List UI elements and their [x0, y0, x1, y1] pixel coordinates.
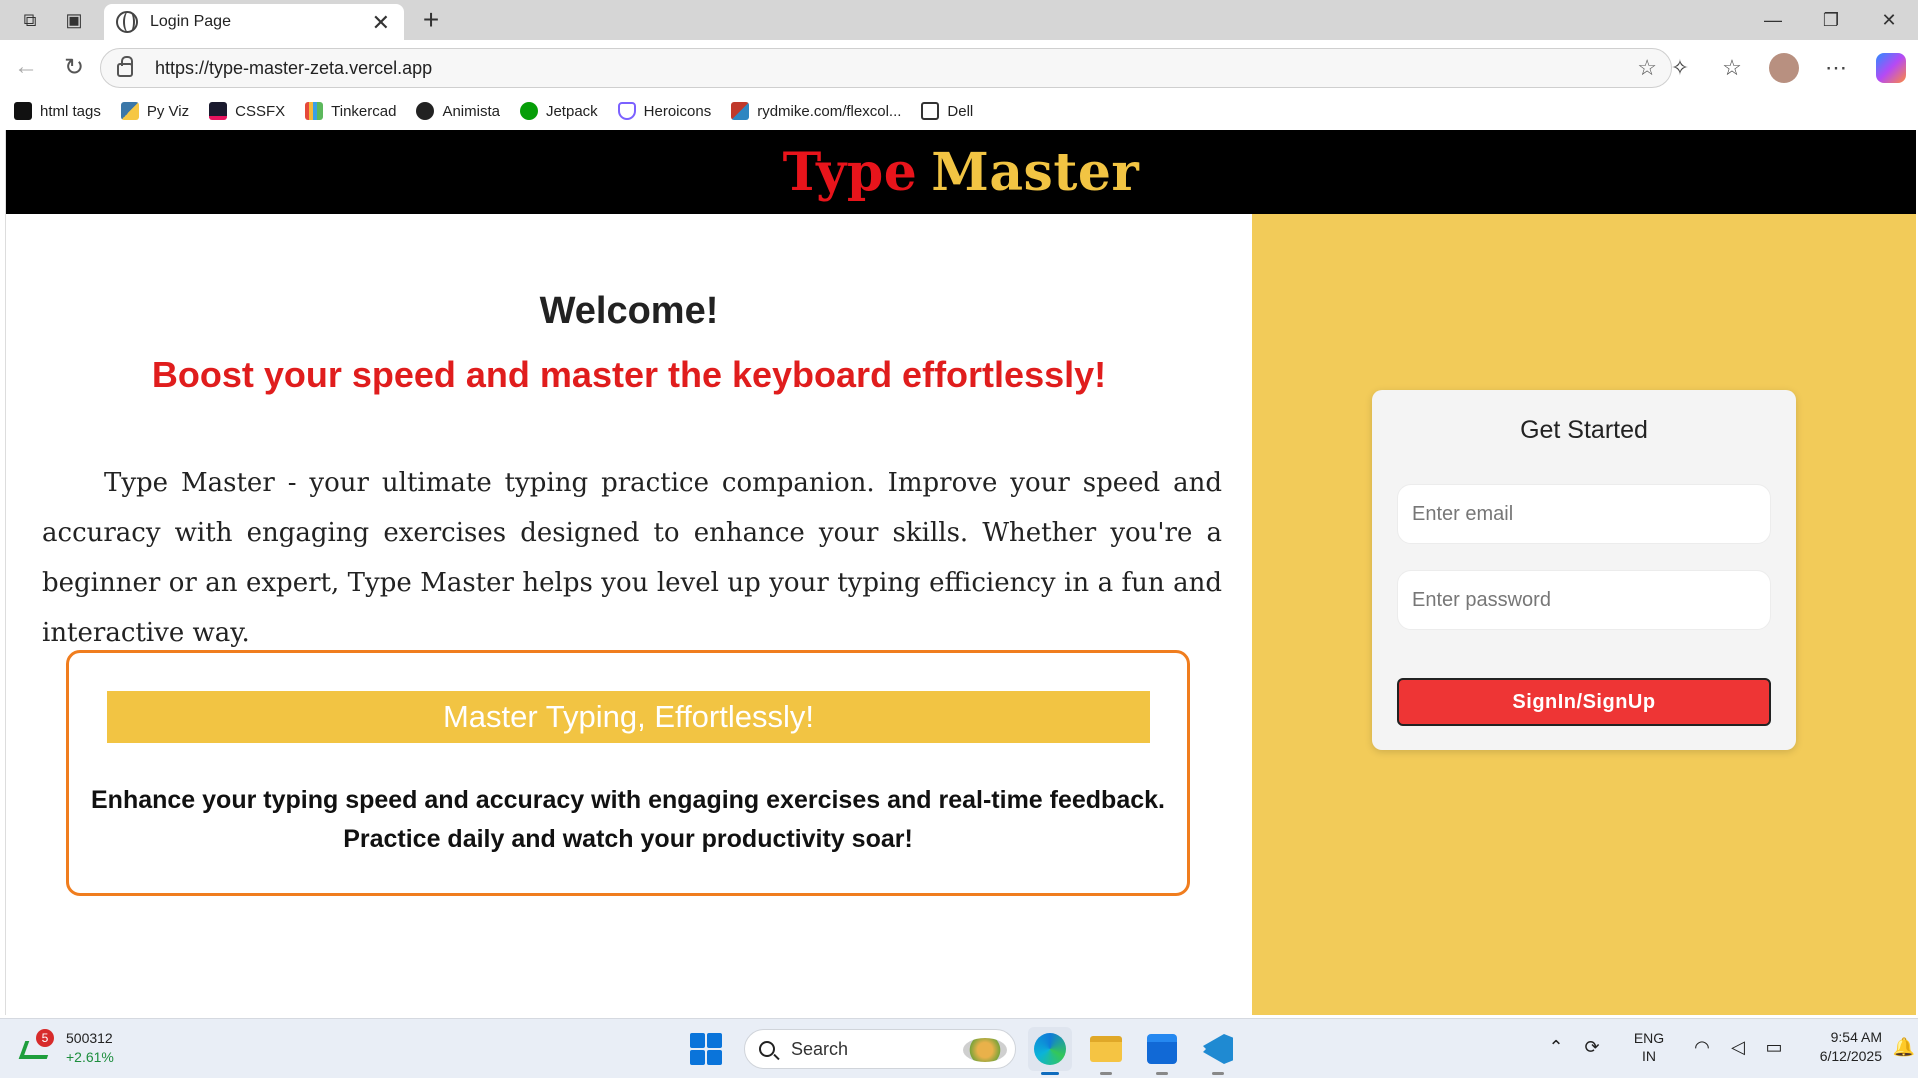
flexcolor-icon	[731, 102, 750, 120]
bookmark-item[interactable]: Jetpack	[519, 102, 598, 120]
feature-description: Enhance your typing speed and accuracy w…	[89, 781, 1167, 859]
tab-title: Login Page	[150, 13, 231, 30]
stock-code: 500312	[66, 1030, 113, 1046]
heroicons-icon	[617, 102, 636, 120]
edge-icon	[1034, 1033, 1066, 1065]
edge-taskbar-button[interactable]	[1028, 1027, 1072, 1075]
browser-nav-bar: ← ↻ https://type-master-zeta.vercel.app …	[0, 40, 1918, 94]
vscode-icon	[1203, 1034, 1233, 1064]
browser-toolbar-right: ✧ ☆ ⋯	[1654, 48, 1918, 88]
new-tab-button[interactable]: +	[414, 4, 448, 38]
bookmark-item[interactable]: Py Viz	[120, 102, 189, 120]
taskbar: 5 500312 +2.61% Search ⌃ ⟳ ENG IN ◠ ◁ ▭ …	[0, 1018, 1918, 1078]
minimize-button[interactable]: —	[1744, 0, 1802, 40]
browser-tab-bar: ⧉ ▣ Login Page ✕ + — ❐ ✕	[0, 0, 1918, 40]
feature-heading: Master Typing, Effortlessly!	[107, 691, 1150, 743]
login-panel: Get Started SignIn/SignUp	[1252, 214, 1916, 1015]
search-icon	[759, 1041, 775, 1057]
vertical-tabs-icon[interactable]: ▣	[54, 0, 94, 40]
email-field[interactable]	[1397, 484, 1771, 544]
stock-widget[interactable]: 5 500312 +2.61%	[18, 1029, 114, 1067]
tagline-heading: Boost your speed and master the keyboard…	[151, 354, 1107, 395]
bookmarks-bar: html tags Py Viz CSSFX Tinkercad Animist…	[0, 94, 1918, 128]
site-info-icon[interactable]	[117, 56, 133, 77]
folder-icon	[921, 102, 940, 120]
tinkercad-icon	[305, 102, 324, 120]
close-window-button[interactable]: ✕	[1860, 0, 1918, 40]
notification-badge: 5	[36, 1029, 54, 1047]
stock-change: +2.61%	[66, 1049, 114, 1065]
bookmark-item[interactable]: Tinkercad	[305, 102, 396, 120]
url-text: https://type-master-zeta.vercel.app	[155, 57, 433, 78]
back-button[interactable]: ←	[2, 43, 50, 91]
file-explorer-icon	[1090, 1036, 1122, 1062]
workspaces-icon[interactable]: ⧉	[10, 0, 50, 40]
python-icon	[120, 102, 139, 120]
signin-signup-button[interactable]: SignIn/SignUp	[1397, 678, 1771, 726]
site-header: Type Master	[6, 130, 1916, 214]
close-tab-icon[interactable]: ✕	[372, 10, 390, 36]
profile-avatar[interactable]	[1769, 53, 1799, 83]
globe-icon	[116, 11, 138, 33]
feature-description-line: Practice daily and watch your productivi…	[343, 825, 913, 853]
animista-icon	[416, 102, 435, 120]
bookmark-item[interactable]: CSSFX	[209, 102, 285, 120]
clock-time: 9:54 AM	[1830, 1029, 1882, 1045]
window-controls: — ❐ ✕	[1744, 0, 1918, 40]
reload-button[interactable]: ↻	[50, 43, 98, 91]
store-icon	[1147, 1034, 1177, 1064]
feature-description-line: Enhance your typing speed and accuracy w…	[91, 786, 1165, 814]
wifi-icon[interactable]: ◠	[1684, 1027, 1720, 1067]
windows-start-icon[interactable]	[690, 1033, 722, 1065]
file-explorer-taskbar-button[interactable]	[1084, 1027, 1128, 1075]
volume-icon[interactable]: ◁	[1720, 1027, 1756, 1067]
sync-icon[interactable]: ⟳	[1574, 1027, 1610, 1067]
clock[interactable]: 9:54 AM 6/12/2025	[1792, 1028, 1882, 1066]
mdn-icon	[14, 102, 32, 120]
logo-title-master: Master	[931, 141, 1140, 203]
system-tray: ⌃ ⟳ ENG IN ◠ ◁ ▭ 9:54 AM 6/12/2025 🔔	[1538, 1027, 1918, 1067]
clock-date: 6/12/2025	[1819, 1048, 1882, 1064]
login-title: Get Started	[1520, 416, 1648, 444]
browser-tab-active[interactable]: Login Page ✕	[104, 4, 404, 40]
welcome-heading: Welcome!	[539, 290, 719, 332]
bookmark-folder[interactable]: Dell	[921, 102, 973, 120]
language-indicator[interactable]: ENG IN	[1620, 1029, 1678, 1065]
chevron-up-icon[interactable]: ⌃	[1538, 1027, 1574, 1067]
login-card: Get Started SignIn/SignUp	[1372, 390, 1796, 750]
search-highlight-icon	[963, 1038, 1007, 1062]
feature-box: Master Typing, Effortlessly! Enhance you…	[66, 650, 1190, 896]
logo-title-type: Type	[782, 141, 918, 203]
cssfx-icon	[209, 102, 228, 120]
battery-icon[interactable]: ▭	[1756, 1027, 1792, 1067]
restore-button[interactable]: ❐	[1802, 0, 1860, 40]
address-bar[interactable]: https://type-master-zeta.vercel.app ☆	[100, 48, 1672, 88]
password-field[interactable]	[1397, 570, 1771, 630]
bookmark-item[interactable]: Animista	[416, 102, 500, 120]
stock-chart-icon: 5	[18, 1029, 54, 1063]
taskbar-search[interactable]: Search	[744, 1029, 1016, 1069]
copilot-icon[interactable]	[1876, 53, 1906, 83]
favorites-icon[interactable]: ☆	[1706, 48, 1758, 88]
intro-paragraph: Type Master - your ultimate typing pract…	[42, 468, 1222, 648]
more-menu-icon[interactable]: ⋯	[1810, 48, 1862, 88]
vscode-taskbar-button[interactable]	[1196, 1027, 1240, 1075]
store-taskbar-button[interactable]	[1140, 1027, 1184, 1075]
notifications-icon[interactable]: 🔔	[1890, 1027, 1918, 1067]
web-page: Type Master Welcome! Boost your speed an…	[5, 130, 1916, 1015]
extensions-icon[interactable]: ✧	[1654, 48, 1706, 88]
jetpack-icon	[519, 102, 538, 120]
hero-section: Welcome! Boost your speed and master the…	[6, 214, 1252, 1015]
taskbar-apps: Search	[690, 1027, 1240, 1075]
bookmark-item[interactable]: rydmike.com/flexcol...	[731, 102, 901, 120]
bookmark-item[interactable]: Heroicons	[617, 102, 711, 120]
bookmark-item[interactable]: html tags	[14, 102, 101, 120]
search-label: Search	[791, 1038, 849, 1059]
